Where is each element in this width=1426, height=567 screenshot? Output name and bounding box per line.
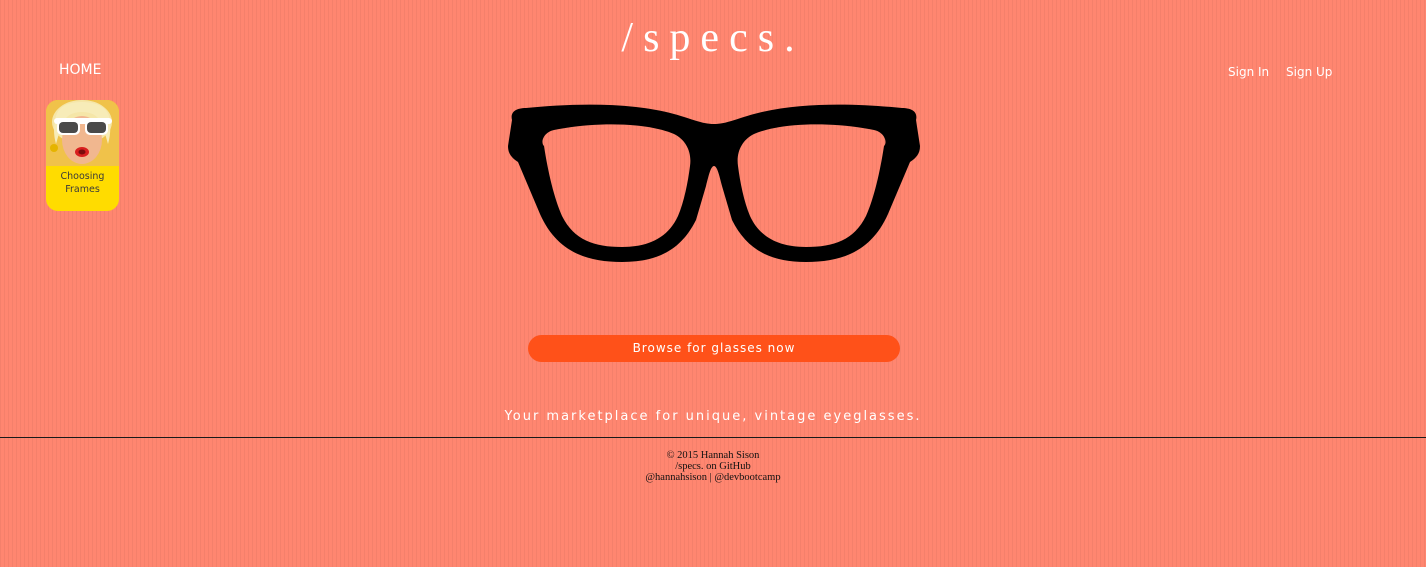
- author-handle-link[interactable]: @hannahsison: [645, 472, 707, 483]
- sign-in-link[interactable]: Sign In: [1228, 65, 1269, 79]
- footer-divider: [0, 437, 1426, 438]
- github-link[interactable]: /specs. on GitHub: [675, 461, 751, 472]
- tagline: Your marketplace for unique, vintage eye…: [504, 409, 922, 424]
- footer-copyright: © 2015 Hannah Sison: [666, 450, 760, 461]
- footer-separator: |: [709, 472, 712, 483]
- site-logo[interactable]: /specs.: [0, 12, 1426, 64]
- card-label: Choosing Frames: [60, 171, 105, 195]
- sign-up-link[interactable]: Sign Up: [1286, 65, 1332, 79]
- devbootcamp-handle-link[interactable]: @devbootcamp: [714, 472, 780, 483]
- choosing-frames-card[interactable]: Choosing Frames: [46, 100, 119, 211]
- woman-sunglasses-photo: [46, 100, 119, 166]
- browse-glasses-button[interactable]: Browse for glasses now: [528, 335, 900, 362]
- eyeglasses-icon: [508, 104, 920, 262]
- nav-home-link[interactable]: HOME: [59, 62, 101, 78]
- footer: © 2015 Hannah Sison /specs. on GitHub @h…: [0, 450, 1426, 483]
